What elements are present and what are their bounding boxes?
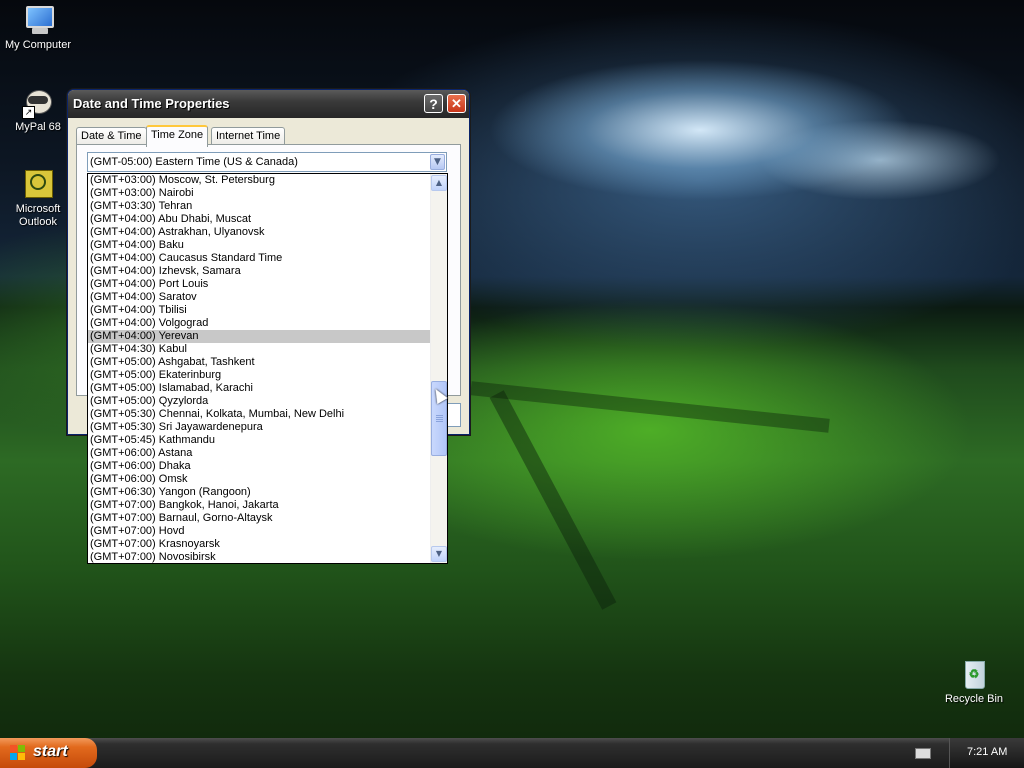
timezone-option[interactable]: (GMT+04:00) Port Louis xyxy=(88,278,432,291)
close-button[interactable]: ✕ xyxy=(447,94,466,113)
timezone-option[interactable]: (GMT+05:30) Sri Jayawardenepura xyxy=(88,421,432,434)
timezone-option[interactable]: (GMT+06:00) Omsk xyxy=(88,473,432,486)
timezone-option[interactable]: (GMT+03:30) Tehran xyxy=(88,200,432,213)
timezone-option[interactable]: (GMT+06:30) Yangon (Rangoon) xyxy=(88,486,432,499)
wallpaper-shadow-vertical xyxy=(489,390,617,610)
dropdown-scrollbar[interactable]: ▲ ▼ xyxy=(430,174,447,563)
timezone-option[interactable]: (GMT+04:00) Baku xyxy=(88,239,432,252)
dialog-titlebar[interactable]: Date and Time Properties ? ✕ xyxy=(68,90,469,118)
desktop-icon-recycle-bin[interactable]: ♻ Recycle Bin xyxy=(936,658,1012,706)
desktop-icon-label: My Computer xyxy=(4,39,72,51)
timezone-option[interactable]: (GMT+05:00) Ashgabat, Tashkent xyxy=(88,356,432,369)
taskbar-clock[interactable]: 7:21 AM xyxy=(967,746,1007,758)
desktop-icon-mypal[interactable]: ↗ MyPal 68 xyxy=(0,86,76,134)
timezone-option[interactable]: (GMT+04:00) Saratov xyxy=(88,291,432,304)
desktop-icon-label: MyPal 68 xyxy=(15,121,61,133)
start-button[interactable]: start xyxy=(0,738,97,768)
timezone-select[interactable]: (GMT-05:00) Eastern Time (US & Canada) ▼ xyxy=(87,152,447,172)
computer-icon xyxy=(22,4,54,36)
timezone-option[interactable]: (GMT+05:00) Ekaterinburg xyxy=(88,369,432,382)
scroll-down-arrow-icon[interactable]: ▼ xyxy=(431,546,447,562)
timezone-option[interactable]: (GMT+05:45) Kathmandu xyxy=(88,434,432,447)
desktop-icon-outlook[interactable]: Microsoft Outlook xyxy=(0,168,76,229)
timezone-option[interactable]: (GMT+07:00) Barnaul, Gorno-Altaysk xyxy=(88,512,432,525)
timezone-option[interactable]: (GMT+07:00) Hovd xyxy=(88,525,432,538)
timezone-option[interactable]: (GMT+04:00) Yerevan xyxy=(88,330,432,343)
taskbar: start 7:21 AM xyxy=(0,738,1024,768)
chevron-down-icon[interactable]: ▼ xyxy=(430,154,445,170)
timezone-option[interactable]: (GMT+04:00) Volgograd xyxy=(88,317,432,330)
timezone-option[interactable]: (GMT+05:30) Chennai, Kolkata, Mumbai, Ne… xyxy=(88,408,432,421)
start-label: start xyxy=(33,743,68,760)
timezone-option[interactable]: (GMT+03:00) Moscow, St. Petersburg xyxy=(88,174,432,187)
mypal-browser-icon: ↗ xyxy=(22,86,54,119)
shortcut-arrow-icon: ↗ xyxy=(22,106,35,119)
keyboard-icon[interactable] xyxy=(915,748,931,759)
tab-date-time[interactable]: Date & Time xyxy=(76,127,147,145)
timezone-option[interactable]: (GMT+05:00) Islamabad, Karachi xyxy=(88,382,432,395)
timezone-option[interactable]: (GMT+04:00) Abu Dhabi, Muscat xyxy=(88,213,432,226)
timezone-options: (GMT+03:00) Moscow, St. Petersburg (GMT+0… xyxy=(88,174,432,563)
scroll-up-arrow-icon[interactable]: ▲ xyxy=(431,175,447,191)
wallpaper-shadow-horizontal xyxy=(470,381,830,433)
tab-time-zone[interactable]: Time Zone xyxy=(146,125,209,147)
timezone-option[interactable]: (GMT+06:00) Dhaka xyxy=(88,460,432,473)
timezone-option[interactable]: (GMT+04:30) Kabul xyxy=(88,343,432,356)
dialog-title: Date and Time Properties xyxy=(73,96,230,111)
windows-flag-icon xyxy=(10,745,26,761)
tab-internet-time[interactable]: Internet Time xyxy=(211,127,286,145)
timezone-option[interactable]: (GMT+07:00) Krasnoyarsk xyxy=(88,538,432,551)
outlook-icon xyxy=(22,168,54,200)
help-button[interactable]: ? xyxy=(424,94,443,113)
timezone-dropdown-list[interactable]: (GMT+03:00) Moscow, St. Petersburg (GMT+0… xyxy=(87,173,448,564)
recycle-bin-icon: ♻ xyxy=(958,658,990,690)
desktop-icon-my-computer[interactable]: My Computer xyxy=(0,4,76,52)
timezone-option[interactable]: (GMT+05:00) Qyzylorda xyxy=(88,395,432,408)
desktop-icon-label: Microsoft Outlook xyxy=(15,203,61,228)
timezone-option[interactable]: (GMT+07:00) Novosibirsk xyxy=(88,551,432,563)
timezone-select-value: (GMT-05:00) Eastern Time (US & Canada) xyxy=(90,156,298,168)
system-tray: 7:21 AM xyxy=(949,738,1024,768)
timezone-option[interactable]: (GMT+04:00) Astrakhan, Ulyanovsk xyxy=(88,226,432,239)
timezone-option[interactable]: (GMT+04:00) Caucasus Standard Time xyxy=(88,252,432,265)
timezone-option[interactable]: (GMT+06:00) Astana xyxy=(88,447,432,460)
timezone-option[interactable]: (GMT+04:00) Izhevsk, Samara xyxy=(88,265,432,278)
timezone-option[interactable]: (GMT+04:00) Tbilisi xyxy=(88,304,432,317)
timezone-option[interactable]: (GMT+03:00) Nairobi xyxy=(88,187,432,200)
timezone-option[interactable]: (GMT+07:00) Bangkok, Hanoi, Jakarta xyxy=(88,499,432,512)
desktop-icon-label: Recycle Bin xyxy=(944,693,1004,705)
